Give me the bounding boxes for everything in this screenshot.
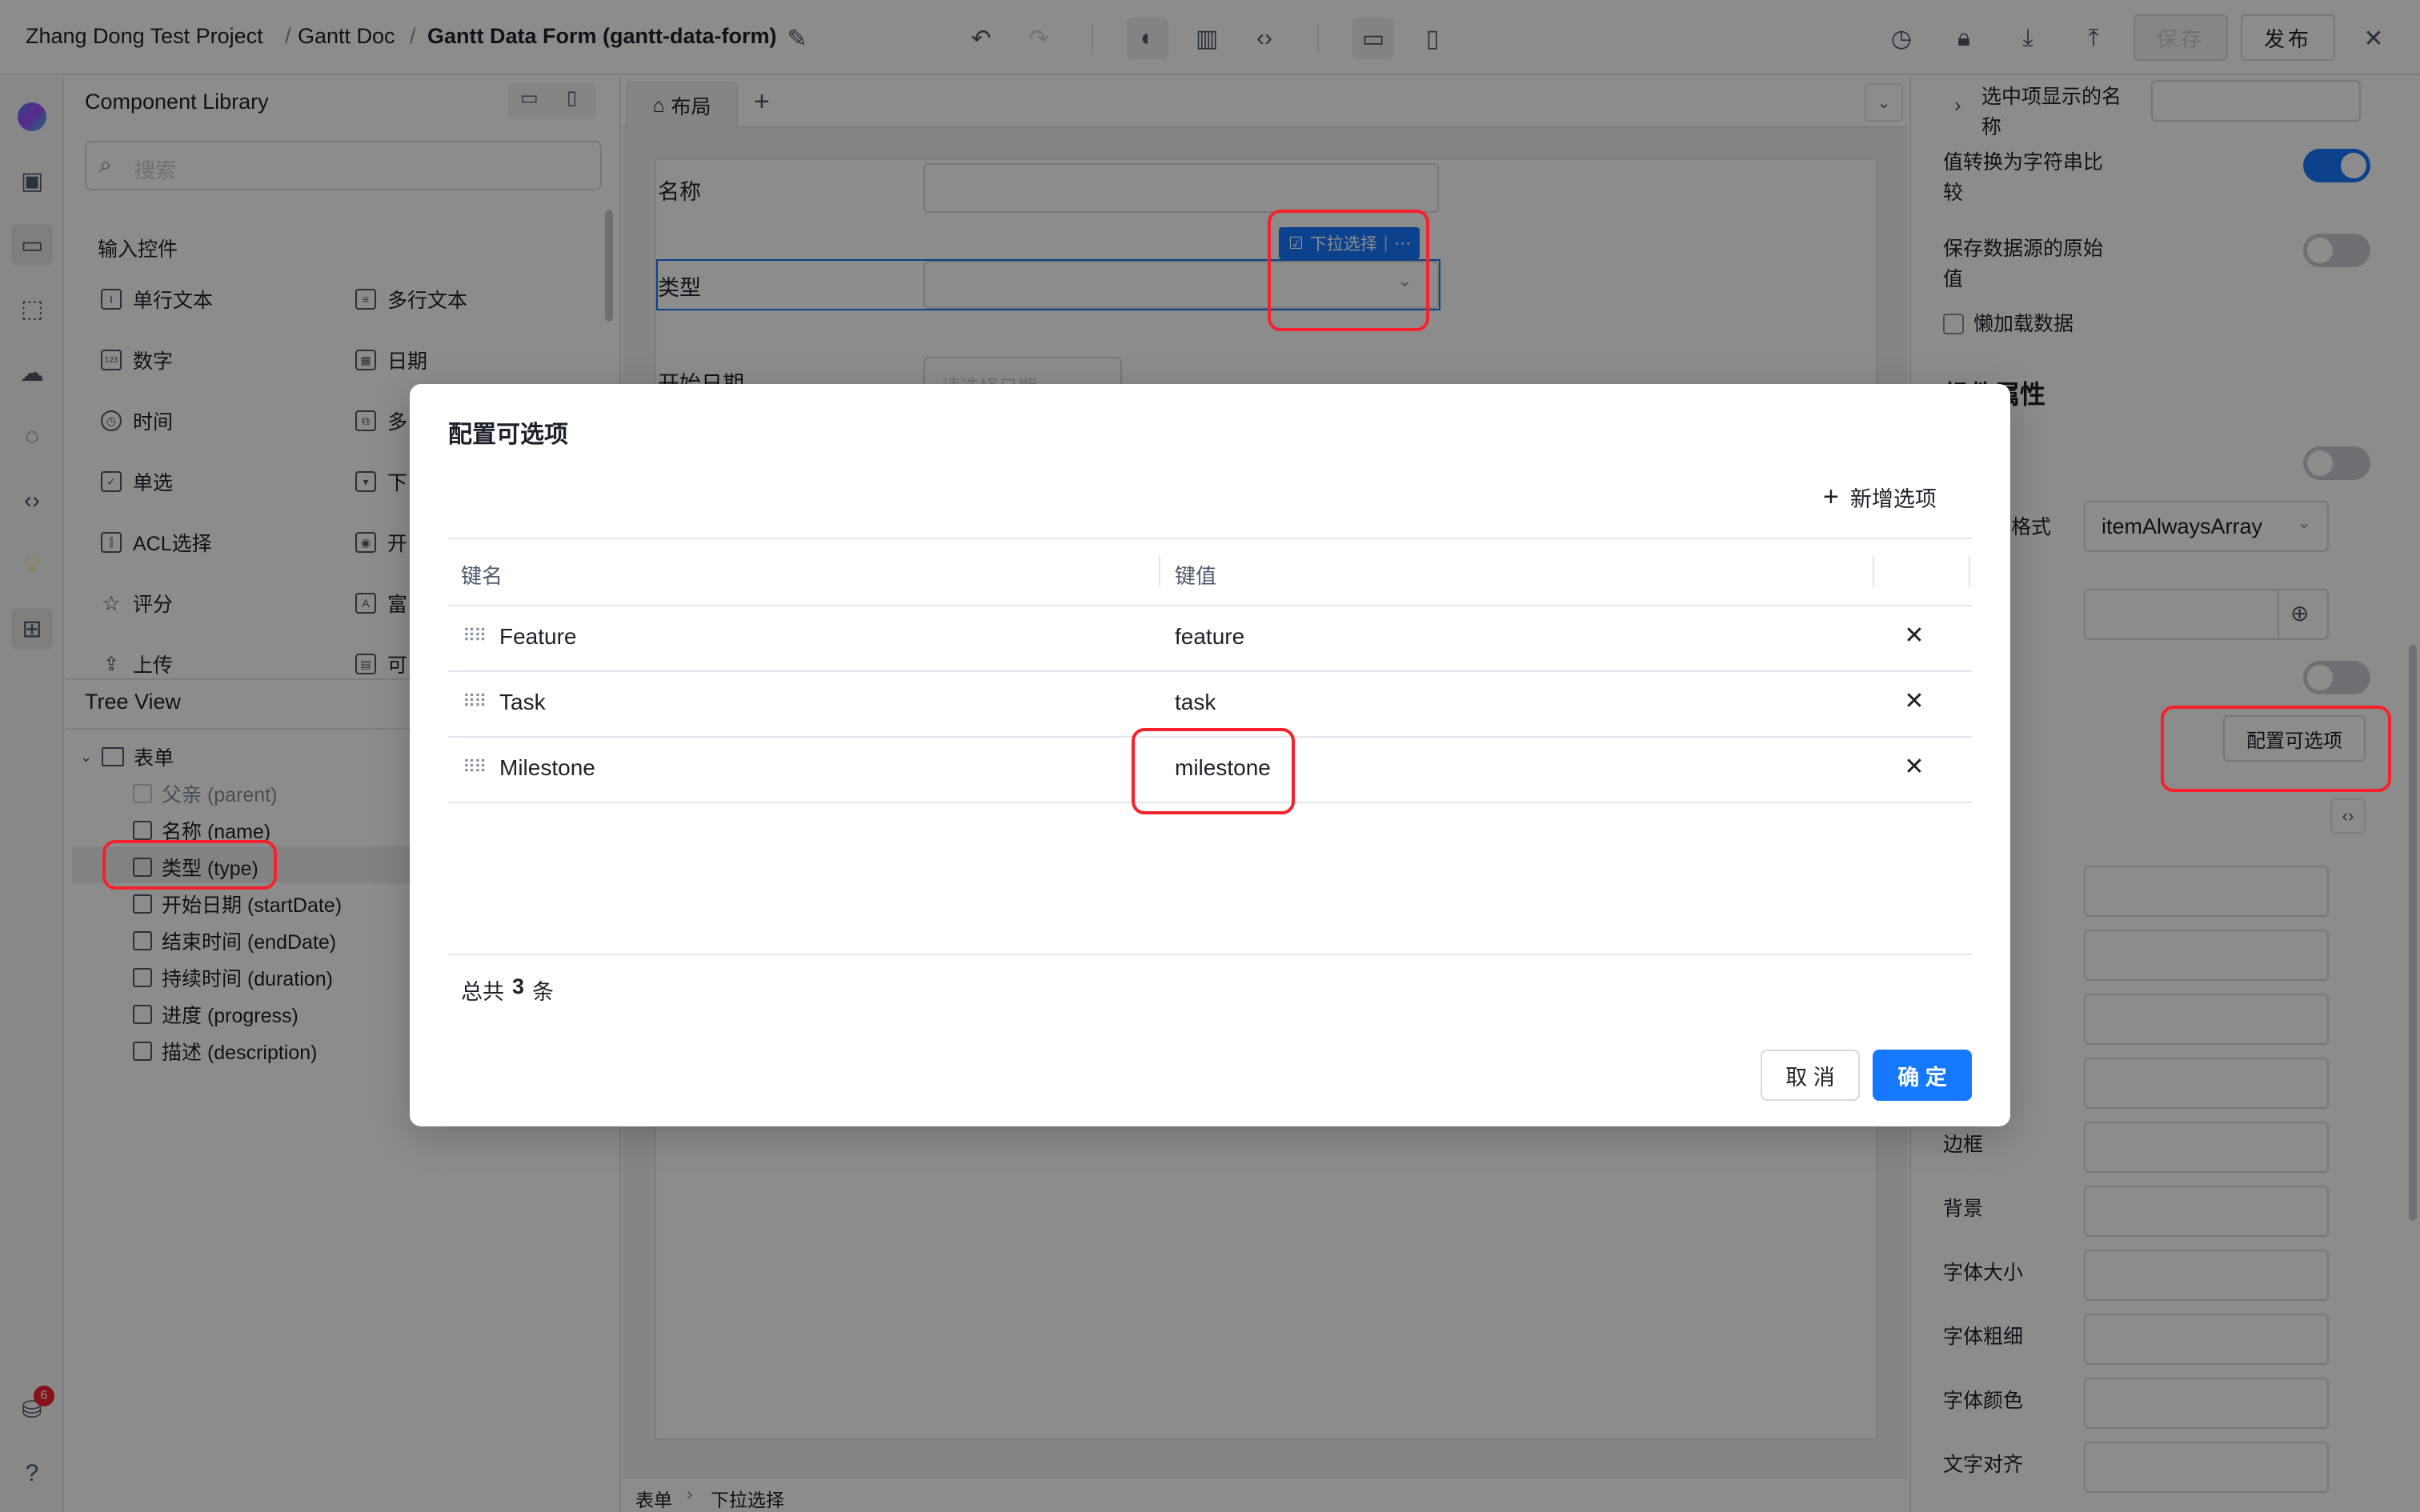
divider <box>448 538 1972 539</box>
config-options-modal: 配置可选项 + 新增选项 键名 键值 ⠿⠿ Feature feature ✕ ⠿… <box>410 384 2010 1126</box>
plus-icon: + <box>1823 482 1839 512</box>
delete-row-icon[interactable]: ✕ <box>1898 685 1930 717</box>
divider <box>448 736 1972 738</box>
delete-row-icon[interactable]: ✕ <box>1898 619 1930 651</box>
option-value[interactable]: task <box>1175 690 1216 715</box>
option-key[interactable]: Feature <box>499 624 577 650</box>
cancel-button[interactable]: 取 消 <box>1761 1050 1860 1101</box>
divider <box>1873 555 1874 587</box>
option-value[interactable]: feature <box>1175 624 1244 650</box>
add-option-button[interactable]: + 新增选项 <box>1823 482 1937 513</box>
divider <box>448 670 1972 672</box>
option-key[interactable]: Milestone <box>499 755 595 781</box>
drag-handle-icon[interactable]: ⠿⠿ <box>463 691 487 712</box>
column-header-key: 键名 <box>461 564 503 588</box>
divider <box>1969 555 1970 587</box>
option-key[interactable]: Task <box>499 690 546 715</box>
option-value[interactable]: milestone <box>1175 755 1271 781</box>
divider <box>448 954 1972 955</box>
drag-handle-icon[interactable]: ⠿⠿ <box>463 757 487 778</box>
drag-handle-icon[interactable]: ⠿⠿ <box>463 626 487 646</box>
total-count: 总共 3 条 <box>461 974 555 1004</box>
divider <box>448 605 1972 606</box>
divider <box>1159 555 1160 587</box>
modal-title: 配置可选项 <box>448 422 568 448</box>
column-header-value: 键值 <box>1175 564 1217 588</box>
divider <box>448 802 1972 803</box>
ok-button[interactable]: 确 定 <box>1873 1050 1972 1101</box>
delete-row-icon[interactable]: ✕ <box>1898 750 1930 782</box>
